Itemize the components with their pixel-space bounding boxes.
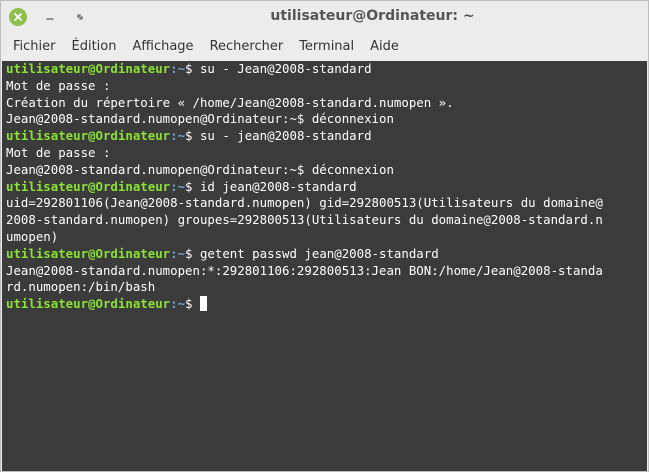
command-text: $ bbox=[185, 296, 200, 312]
terminal-cursor bbox=[199, 296, 207, 312]
terminal-prompt-line: utilisateur@Ordinateur:~$ id jean@2008-s… bbox=[6, 179, 646, 196]
terminal-output-line: Jean@2008-standard.numopen@Ordinateur:~$… bbox=[6, 162, 646, 179]
output-text: rd.numopen:/bin/bash bbox=[6, 279, 156, 295]
prompt-user: utilisateur@Ordinateur bbox=[6, 128, 171, 144]
command-text: $ id jean@2008-standard bbox=[185, 178, 357, 194]
output-text: Mot de passe : bbox=[6, 144, 111, 160]
terminal-output-line: uid=292801106(Jean@2008-standard.numopen… bbox=[6, 195, 646, 212]
prompt-path: :~ bbox=[170, 178, 186, 194]
terminal-output[interactable]: utilisateur@Ordinateur:~$ su - Jean@2008… bbox=[2, 61, 646, 471]
terminal-output-line: Création du répertoire « /home/Jean@2008… bbox=[6, 95, 646, 112]
command-text: $ getent passwd jean@2008-standard bbox=[185, 245, 439, 261]
terminal-window: utilisateur@Ordinateur: ~ Fichier Éditio… bbox=[0, 0, 649, 472]
output-text: Jean@2008-standard.numopen@Ordinateur:~$… bbox=[6, 111, 394, 127]
prompt-path: :~ bbox=[170, 245, 186, 261]
prompt-user: utilisateur@Ordinateur bbox=[6, 296, 171, 312]
terminal-output-line: Jean@2008-standard.numopen:*:292801106:2… bbox=[6, 263, 646, 280]
terminal-prompt-line: utilisateur@Ordinateur:~$ getent passwd … bbox=[6, 246, 646, 263]
output-text: 2008-standard.numopen) groupes=292800513… bbox=[6, 212, 603, 228]
terminal-prompt-line: utilisateur@Ordinateur:~$ bbox=[6, 296, 646, 313]
menu-edition[interactable]: Édition bbox=[64, 35, 125, 58]
window-title: utilisateur@Ordinateur: ~ bbox=[270, 8, 475, 24]
output-text: Jean@2008-standard.numopen@Ordinateur:~$… bbox=[6, 161, 394, 177]
prompt-path: :~ bbox=[170, 61, 186, 76]
title-bar[interactable]: utilisateur@Ordinateur: ~ bbox=[1, 1, 648, 33]
prompt-path: :~ bbox=[170, 296, 186, 312]
menu-terminal[interactable]: Terminal bbox=[291, 35, 362, 58]
terminal-output-line: Jean@2008-standard.numopen@Ordinateur:~$… bbox=[6, 111, 646, 128]
terminal-output-line: 2008-standard.numopen) groupes=292800513… bbox=[6, 212, 646, 229]
terminal-scrollbar[interactable] bbox=[643, 61, 647, 471]
terminal-prompt-line: utilisateur@Ordinateur:~$ su - Jean@2008… bbox=[6, 61, 646, 78]
output-text: Jean@2008-standard.numopen:*:292801106:2… bbox=[6, 262, 603, 278]
output-text: umopen) bbox=[6, 228, 59, 244]
menu-rechercher[interactable]: Rechercher bbox=[202, 35, 292, 58]
command-text: $ su - Jean@2008-standard bbox=[185, 61, 372, 76]
prompt-user: utilisateur@Ordinateur bbox=[6, 245, 171, 261]
prompt-path: :~ bbox=[170, 128, 186, 144]
prompt-user: utilisateur@Ordinateur bbox=[6, 178, 171, 194]
terminal-prompt-line: utilisateur@Ordinateur:~$ su - jean@2008… bbox=[6, 128, 646, 145]
output-text: Création du répertoire « /home/Jean@2008… bbox=[6, 94, 454, 110]
menu-affichage[interactable]: Affichage bbox=[124, 35, 201, 58]
terminal-output-line: umopen) bbox=[6, 229, 646, 246]
prompt-user: utilisateur@Ordinateur bbox=[6, 61, 171, 76]
menu-bar: Fichier Édition Affichage Rechercher Ter… bbox=[1, 33, 648, 59]
output-text: uid=292801106(Jean@2008-standard.numopen… bbox=[6, 195, 603, 211]
terminal-output-line: Mot de passe : bbox=[6, 78, 646, 95]
output-text: Mot de passe : bbox=[6, 77, 111, 93]
menu-fichier[interactable]: Fichier bbox=[5, 35, 64, 58]
terminal-output-line: rd.numopen:/bin/bash bbox=[6, 279, 646, 296]
command-text: $ su - jean@2008-standard bbox=[185, 128, 372, 144]
menu-aide[interactable]: Aide bbox=[362, 35, 407, 58]
terminal-output-line: Mot de passe : bbox=[6, 145, 646, 162]
